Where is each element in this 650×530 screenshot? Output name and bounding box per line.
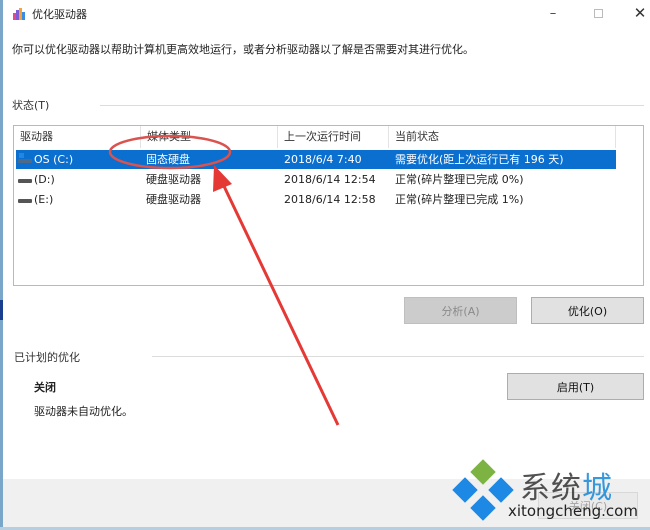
background-window-edge (0, 0, 3, 530)
optimize-button[interactable]: 优化(O) (531, 297, 644, 324)
minimize-icon: – (549, 5, 557, 21)
defrag-app-icon (13, 8, 26, 20)
drive-status: 正常(碎片整理已完成 0%) (395, 173, 524, 186)
last-run: 2018/6/14 12:58 (284, 193, 376, 206)
drive-name: OS (C:) (34, 153, 74, 166)
close-button[interactable]: ✕ (625, 2, 650, 24)
hard-drive-icon (18, 196, 32, 203)
column-header-drive[interactable]: 驱动器 (14, 126, 141, 148)
hard-drive-icon (18, 176, 32, 183)
minimize-button[interactable]: – (538, 2, 568, 24)
last-run: 2018/6/14 12:54 (284, 173, 376, 186)
column-header-last-run[interactable]: 上一次运行时间 (278, 126, 389, 148)
window-title: 优化驱动器 (32, 8, 87, 21)
media-type: 硬盘驱动器 (146, 193, 201, 206)
drive-status: 需要优化(距上次运行已有 196 天) (395, 153, 564, 166)
maximize-button[interactable] (583, 2, 613, 24)
enable-schedule-button[interactable]: 启用(T) (507, 373, 644, 400)
drive-row-c[interactable]: OS (C:) 固态硬盘 2018/6/4 7:40 需要优化(距上次运行已有 … (16, 150, 616, 169)
column-header-status[interactable]: 当前状态 (389, 126, 616, 148)
scheduled-divider (152, 356, 644, 357)
maximize-icon (593, 8, 603, 18)
intro-text: 你可以优化驱动器以帮助计算机更高效地运行，或者分析驱动器以了解是否需要对其进行优… (12, 43, 474, 56)
drive-row-d[interactable]: (D:) 硬盘驱动器 2018/6/14 12:54 正常(碎片整理已完成 0%… (16, 170, 616, 189)
logo-diamond-icon (488, 477, 514, 503)
schedule-description: 驱动器未自动优化。 (34, 405, 133, 418)
watermark-url: xitongcheng.com (508, 502, 638, 520)
status-section-label: 状态(T) (12, 99, 50, 112)
watermark-brand-main: 系统 (520, 471, 582, 506)
drive-row-e[interactable]: (E:) 硬盘驱动器 2018/6/14 12:58 正常(碎片整理已完成 1%… (16, 190, 616, 209)
schedule-state: 关闭 (34, 381, 56, 394)
logo-diamond-icon (470, 495, 496, 521)
scheduled-section-label: 已计划的优化 (14, 351, 80, 364)
media-type: 固态硬盘 (146, 153, 190, 166)
drive-list-header: 驱动器 媒体类型 上一次运行时间 当前状态 (14, 126, 643, 148)
watermark-logo: 系统城 xitongcheng.com (448, 455, 648, 530)
logo-diamond-icon (452, 477, 478, 503)
column-header-media-type[interactable]: 媒体类型 (141, 126, 278, 148)
drive-status: 正常(碎片整理已完成 1%) (395, 193, 524, 206)
logo-diamond-icon (470, 459, 496, 485)
drive-list[interactable]: 驱动器 媒体类型 上一次运行时间 当前状态 OS (C:) 固态硬盘 2018/… (13, 125, 644, 286)
analyze-button[interactable]: 分析(A) (404, 297, 517, 324)
watermark-brand-accent: 城 (582, 471, 613, 506)
last-run: 2018/6/4 7:40 (284, 153, 362, 166)
drive-name: (D:) (34, 173, 55, 186)
close-icon: ✕ (633, 4, 647, 22)
status-divider (100, 105, 644, 106)
system-drive-icon (18, 153, 32, 163)
drive-name: (E:) (34, 193, 54, 206)
watermark-brand: 系统城 (520, 463, 613, 507)
title-bar: 优化驱动器 – ✕ (3, 0, 650, 28)
media-type: 硬盘驱动器 (146, 173, 201, 186)
